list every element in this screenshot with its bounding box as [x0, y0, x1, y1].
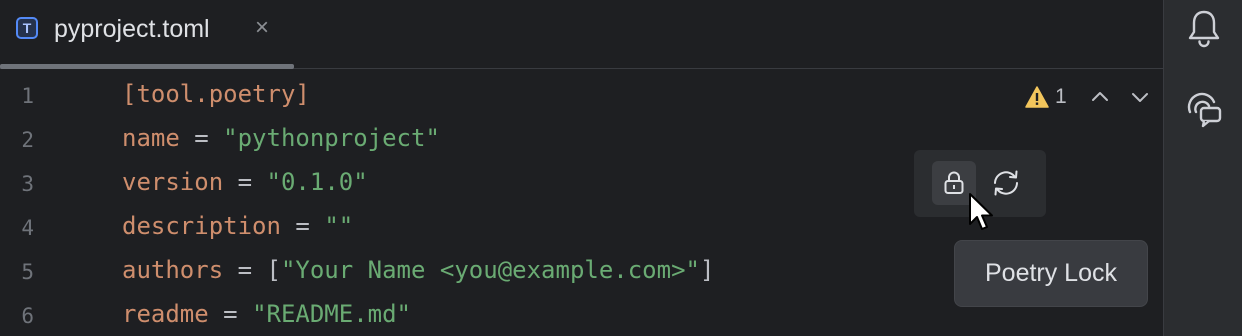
warning-icon[interactable]: [1025, 86, 1049, 108]
right-tool-window-bar: [1163, 0, 1242, 336]
key-token: version: [122, 168, 224, 196]
key-token: readme: [122, 300, 209, 328]
string-token: "Your Name <you@example.com>": [280, 256, 700, 284]
punctuation-token: =: [208, 300, 253, 328]
punctuation-token: =: [280, 212, 325, 240]
string-token: "": [324, 212, 354, 240]
key-token: description: [122, 212, 281, 240]
string-token: "README.md": [252, 300, 412, 328]
lock-icon: [944, 171, 964, 194]
code-line[interactable]: description = "": [122, 212, 353, 240]
chevron-down-icon[interactable]: [1129, 86, 1151, 108]
tooltip: Poetry Lock: [954, 240, 1148, 307]
punctuation-token: ]: [699, 256, 715, 284]
key-token: [tool.poetry]: [122, 80, 310, 108]
inspection-widget[interactable]: 1: [1025, 83, 1169, 111]
close-icon[interactable]: ×: [252, 16, 272, 40]
ai-assistant-icon[interactable]: [1184, 90, 1224, 128]
punctuation-token: = [: [223, 256, 281, 284]
code-line[interactable]: authors = ["Your Name <you@example.com>"…: [122, 256, 714, 284]
string-token: "pythonproject": [223, 124, 440, 152]
punctuation-token: =: [179, 124, 224, 152]
code-line[interactable]: readme = "README.md": [122, 300, 411, 328]
toml-file-icon: T: [16, 17, 38, 39]
line-number[interactable]: 4: [0, 215, 34, 241]
key-token: name: [122, 124, 180, 152]
string-token: "0.1.0": [266, 168, 368, 196]
bell-icon[interactable]: [1186, 8, 1222, 48]
warning-count[interactable]: 1: [1055, 85, 1067, 109]
code-line[interactable]: version = "0.1.0": [122, 168, 368, 196]
editor[interactable]: T pyproject.toml × 1 [tool.poetry] 2 name =…: [0, 0, 1163, 336]
chevron-up-icon[interactable]: [1089, 86, 1111, 108]
line-number[interactable]: 2: [0, 127, 34, 153]
line-number[interactable]: 1: [0, 83, 34, 109]
mouse-pointer-icon: [969, 193, 993, 230]
line-number[interactable]: 6: [0, 303, 34, 329]
tab-title: pyproject.toml: [54, 15, 210, 43]
code-line[interactable]: [tool.poetry]: [122, 80, 310, 108]
code-line[interactable]: name = "pythonproject": [122, 124, 440, 152]
active-tab-indicator: [0, 64, 294, 69]
line-number[interactable]: 5: [0, 259, 34, 285]
punctuation-token: =: [223, 168, 267, 196]
line-number[interactable]: 3: [0, 171, 34, 197]
tab-bar: T pyproject.toml ×: [0, 0, 1163, 69]
key-token: authors: [122, 256, 224, 284]
tab-pyproject[interactable]: T pyproject.toml ×: [0, 0, 294, 69]
